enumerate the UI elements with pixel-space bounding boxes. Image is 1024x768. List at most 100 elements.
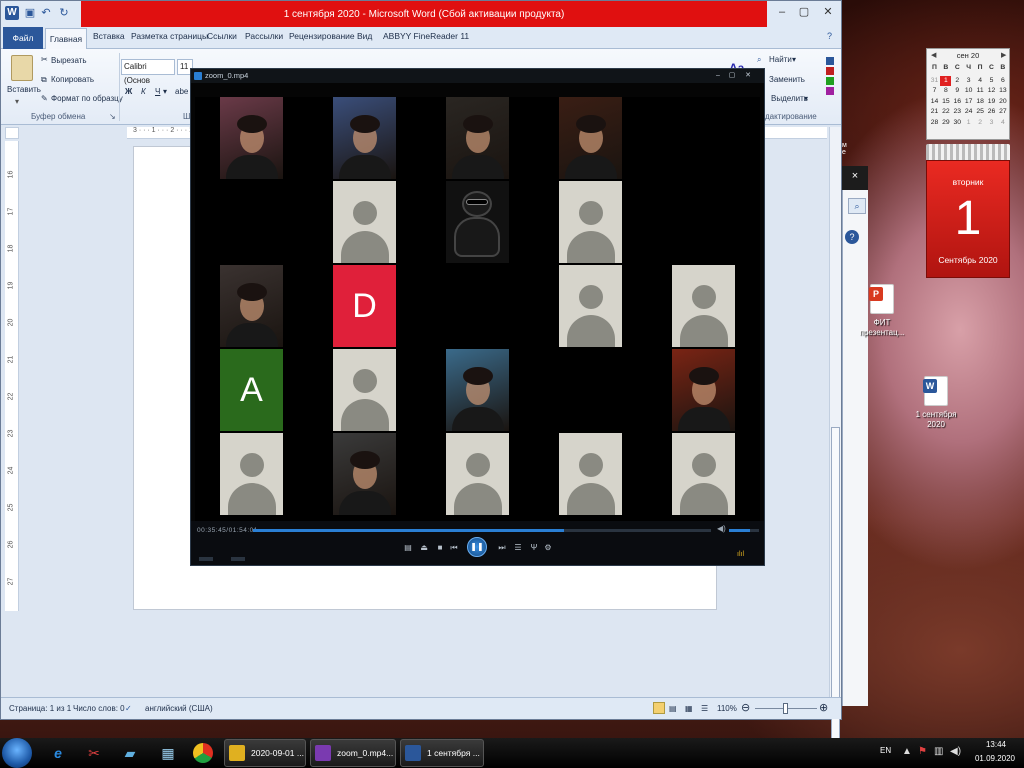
print-layout-icon[interactable] xyxy=(653,702,665,714)
calendar-day[interactable]: 11 xyxy=(975,86,986,96)
calendar-day[interactable]: 17 xyxy=(963,97,974,107)
calendar-day[interactable]: 14 xyxy=(929,97,940,107)
calendar-day[interactable]: 6 xyxy=(997,76,1008,86)
cut-button[interactable]: Вырезать xyxy=(51,56,87,65)
tab-page-layout[interactable]: Разметка страницы xyxy=(131,31,208,41)
chrome-icon[interactable] xyxy=(193,743,213,763)
format-painter-button[interactable]: Формат по образцу xyxy=(51,94,123,103)
vertical-scrollbar[interactable] xyxy=(829,127,841,757)
notes-app-icon[interactable]: ▰ xyxy=(118,741,142,765)
fullscreen-reading-icon[interactable]: ▤ xyxy=(669,704,677,713)
tab-view[interactable]: Вид xyxy=(357,31,372,41)
player-close-button[interactable]: ✕ xyxy=(743,71,753,81)
copy-icon[interactable]: ⧉ xyxy=(41,75,47,85)
calendar-day[interactable]: 19 xyxy=(986,97,997,107)
calculator-icon[interactable]: ▦ xyxy=(156,741,180,765)
undo-icon[interactable]: ↶ xyxy=(39,6,53,20)
zoom-out-icon[interactable]: ⊖ xyxy=(741,701,750,714)
calendar-day[interactable]: 18 xyxy=(975,97,986,107)
tab-review[interactable]: Рецензирование xyxy=(289,31,355,41)
calendar-day[interactable]: 26 xyxy=(986,107,997,117)
find-button[interactable]: Найти xyxy=(769,55,792,64)
spellcheck-icon[interactable]: ✓ xyxy=(125,704,132,713)
calendar-day[interactable]: 15 xyxy=(940,97,951,107)
internet-explorer-icon[interactable]: e xyxy=(46,741,70,765)
help-icon[interactable]: ? xyxy=(827,31,832,41)
underline-dropdown-icon[interactable]: ▾ xyxy=(163,87,167,96)
stop-icon[interactable]: ■ xyxy=(435,543,445,552)
background-window-close-button[interactable]: × xyxy=(842,166,868,190)
vertical-ruler[interactable]: 16 17 18 19 20 21 22 23 24 25 26 27 xyxy=(5,141,19,611)
calendar-day[interactable]: 3 xyxy=(963,76,974,86)
calendar-day[interactable]: 20 xyxy=(997,97,1008,107)
player-title-bar[interactable]: zoom_0.mp4 – ▢ ✕ xyxy=(191,69,764,83)
tab-home[interactable]: Главная xyxy=(45,28,87,49)
player-mini-button[interactable] xyxy=(231,557,245,561)
calendar-day[interactable]: 27 xyxy=(997,107,1008,117)
tab-abbyy[interactable]: ABBYY FineReader 11 xyxy=(383,31,469,41)
format-painter-icon[interactable]: ✎ xyxy=(41,94,48,103)
calendar-day[interactable]: 3 xyxy=(986,118,997,128)
media-player-window[interactable]: zoom_0.mp4 – ▢ ✕ DA 00:35:45/01:54:01 ◀)… xyxy=(190,68,765,566)
tab-insert[interactable]: Вставка xyxy=(93,31,125,41)
calendar-day[interactable]: 23 xyxy=(952,107,963,117)
font-name-input[interactable]: Calibri (Основ xyxy=(121,59,175,85)
taskbar-task-folder[interactable]: 2020-09-01 ... xyxy=(224,739,306,767)
help-icon[interactable]: ? xyxy=(845,230,859,244)
calendar-day[interactable]: 4 xyxy=(975,76,986,86)
status-words[interactable]: Число слов: 0 xyxy=(73,704,125,713)
save-icon[interactable]: ▣ xyxy=(23,6,37,20)
desktop-icon-presentation[interactable]: P ФИТ презентац... xyxy=(852,284,912,338)
pause-button[interactable]: ❚❚ xyxy=(467,537,487,557)
word-title-bar[interactable]: W ▣ ↶ ↻ 1 сентября 2020 - Microsoft Word… xyxy=(1,1,841,27)
calendar-day[interactable]: 12 xyxy=(986,86,997,96)
calendar-day[interactable]: 7 xyxy=(929,86,940,96)
clock-date[interactable]: 01.09.2020 xyxy=(968,754,1022,763)
volume-tray-icon[interactable]: ◀) xyxy=(950,746,961,757)
player-mini-button[interactable] xyxy=(199,557,213,561)
status-page[interactable]: Страница: 1 из 1 xyxy=(9,704,71,713)
maximize-button[interactable]: ▢ xyxy=(793,3,815,21)
calendar-gadget[interactable]: ◀ сен 20 ▶ П В С Ч П С В 31 1 2 3 4 5 6 7 8 9 10 11 12 13 14 1… xyxy=(926,48,1010,278)
calendar-day[interactable]: 25 xyxy=(975,107,986,117)
word-logo-icon[interactable]: W xyxy=(5,6,19,20)
close-button[interactable]: ✕ xyxy=(817,3,839,21)
calendar-day[interactable]: 30 xyxy=(952,118,963,128)
playlist-icon[interactable]: ▤ xyxy=(403,543,413,552)
select-dropdown-icon[interactable]: ▾ xyxy=(804,94,808,103)
eject-icon[interactable]: ⏏ xyxy=(419,543,429,552)
calendar-day-view[interactable]: вторник 1 Сентябрь 2020 xyxy=(926,160,1010,278)
italic-button[interactable]: К xyxy=(141,87,146,96)
paste-dropdown-icon[interactable]: ▾ xyxy=(15,97,19,106)
clock-time[interactable]: 13:44 xyxy=(976,740,1016,749)
minimize-button[interactable]: – xyxy=(771,3,793,21)
previous-icon[interactable]: ⏮ xyxy=(449,543,459,553)
calendar-day[interactable]: 2 xyxy=(975,118,986,128)
video-frame[interactable]: DA xyxy=(195,97,760,521)
select-button[interactable]: Выделить xyxy=(771,94,808,103)
copy-button[interactable]: Копировать xyxy=(51,75,94,84)
status-language[interactable]: английский (США) xyxy=(145,704,213,713)
calendar-day[interactable]: 16 xyxy=(952,97,963,107)
calendar-day[interactable]: 29 xyxy=(940,118,951,128)
calendar-next-icon[interactable]: ▶ xyxy=(1001,51,1006,59)
calendar-day[interactable]: 22 xyxy=(940,107,951,117)
zoom-in-icon[interactable]: ⊕ xyxy=(819,701,828,714)
calendar-day[interactable]: 24 xyxy=(963,107,974,117)
seek-bar[interactable] xyxy=(253,529,711,532)
calendar-day[interactable]: 5 xyxy=(986,76,997,86)
calendar-day[interactable]: 8 xyxy=(940,86,951,96)
tab-references[interactable]: Ссылки xyxy=(207,31,237,41)
outline-view-icon[interactable]: ☰ xyxy=(701,704,708,713)
web-layout-icon[interactable]: ▦ xyxy=(685,704,693,713)
calendar-day[interactable]: 13 xyxy=(997,86,1008,96)
calendar-month-view[interactable]: ◀ сен 20 ▶ П В С Ч П С В 31 1 2 3 4 5 6 7 8 9 10 11 12 13 14 1… xyxy=(926,48,1010,140)
calendar-day[interactable]: 9 xyxy=(952,86,963,96)
network-icon[interactable]: ▥ xyxy=(934,746,943,757)
strikethrough-button[interactable]: abe xyxy=(175,87,188,96)
find-icon[interactable]: ⌕ xyxy=(757,55,761,65)
redo-icon[interactable]: ↻ xyxy=(57,6,71,20)
taskbar-task-word[interactable]: 1 сентября ... xyxy=(400,739,484,767)
tray-arrow-icon[interactable]: ▲ xyxy=(902,746,912,757)
find-dropdown-icon[interactable]: ▾ xyxy=(792,55,796,64)
